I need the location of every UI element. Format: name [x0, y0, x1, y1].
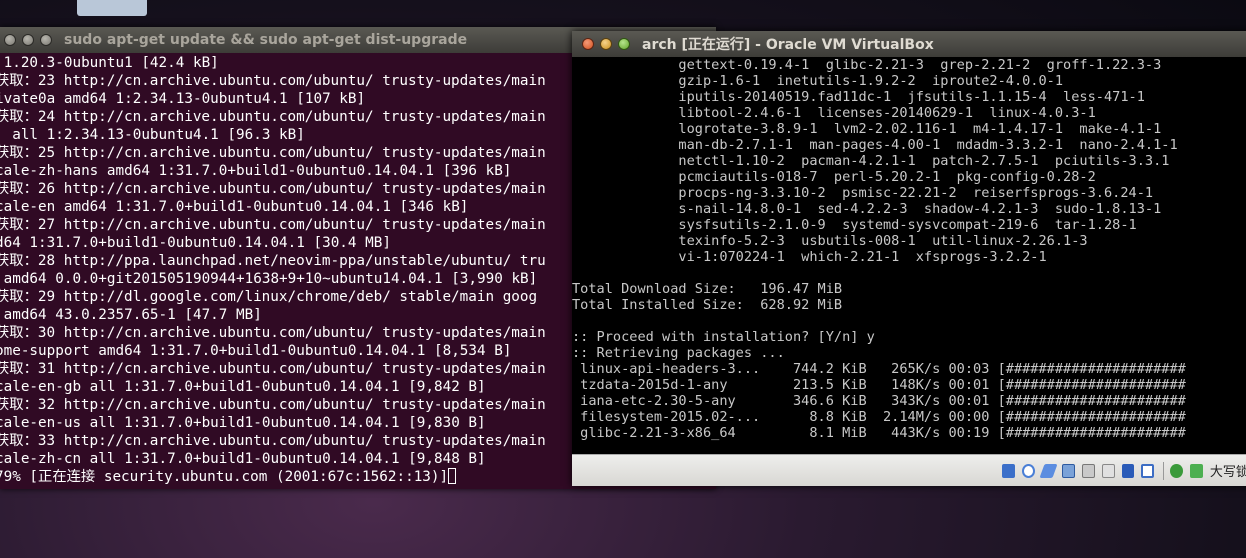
maximize-icon[interactable]	[40, 34, 52, 46]
vm-console-line	[572, 313, 1246, 329]
vm-console-line: texinfo-5.2-3 usbutils-008-1 util-linux-…	[572, 233, 1088, 249]
drive-icon[interactable]	[77, 0, 147, 16]
minimize-icon[interactable]	[600, 38, 612, 50]
virtualbox-window[interactable]: arch [正在运行] - Oracle VM VirtualBox gette…	[572, 31, 1246, 486]
vm-console-line: libtool-2.4.6-1 licenses-20140629-1 linu…	[572, 105, 1096, 121]
close-icon[interactable]	[4, 34, 16, 46]
vm-console-line: logrotate-3.8.9-1 lvm2-2.02.116-1 m4-1.4…	[572, 121, 1162, 137]
folder-icon[interactable]	[1081, 463, 1095, 478]
vm-console-line: :: Retrieving packages ...	[572, 345, 785, 361]
vm-console-line: gzip-1.6-1 inetutils-1.9.2-2 iproute2-4.…	[572, 73, 1064, 89]
close-icon[interactable]	[582, 38, 594, 50]
vm-console-line: man-db-2.7.1-1 man-pages-4.00-1 mdadm-3.…	[572, 137, 1178, 153]
network-icon[interactable]	[1061, 463, 1075, 478]
minimize-icon[interactable]	[22, 34, 34, 46]
vm-console-line: linux-api-headers-3... 744.2 KiB 265K/s …	[572, 361, 1186, 377]
vm-console-line: sysfsutils-2.1.0-9 systemd-sysvcompat-21…	[572, 217, 1137, 233]
vm-console-line: tzdata-2015d-1-any 213.5 KiB 148K/s 00:0…	[572, 377, 1186, 393]
vm-console-line: procps-ng-3.3.10-2 psmisc-22.21-2 reiser…	[572, 185, 1154, 201]
display-icon[interactable]	[1121, 463, 1135, 478]
cd-icon[interactable]	[1021, 463, 1035, 478]
terminal-title: sudo apt-get update && sudo apt-get dist…	[64, 32, 468, 48]
maximize-icon[interactable]	[618, 38, 630, 50]
vm-console-line: filesystem-2015.02-... 8.8 KiB 2.14M/s 0…	[572, 409, 1186, 425]
vm-console-line	[572, 265, 1246, 281]
vm-console-line: :: Proceed with installation? [Y/n] y	[572, 329, 875, 345]
pen-icon[interactable]	[1039, 463, 1058, 478]
vm-console-line: vi-1:070224-1 which-2.21-1 xfsprogs-3.2.…	[572, 249, 1047, 265]
capslock-indicator: 大写锁定	[1209, 465, 1246, 480]
vm-console-line: s-nail-14.8.0-1 sed-4.2.2-3 shadow-4.2.1…	[572, 201, 1162, 217]
usb-icon[interactable]	[1101, 463, 1115, 478]
status-separator	[1163, 461, 1165, 480]
download-icon[interactable]	[1190, 463, 1203, 478]
vm-console[interactable]: gettext-0.19.4-1 glibc-2.21-3 grep-2.21-…	[572, 57, 1246, 454]
cursor-icon	[448, 468, 457, 484]
capture-icon[interactable]	[1141, 463, 1155, 478]
vm-console-line: iana-etc-2.30-5-any 346.6 KiB 343K/s 00:…	[572, 393, 1186, 409]
virtualbox-title: arch [正在运行] - Oracle VM VirtualBox	[642, 37, 934, 53]
vm-status-bar: 大写锁定	[572, 454, 1246, 486]
vm-console-line: netctl-1.10-2 pacman-4.2.1-1 patch-2.7.5…	[572, 153, 1170, 169]
optical-drive-icon[interactable]	[1002, 463, 1015, 478]
arrow-icon[interactable]	[1170, 463, 1184, 478]
vm-console-line: iputils-20140519.fad11dc-1 jfsutils-1.1.…	[572, 89, 1145, 105]
virtualbox-titlebar[interactable]: arch [正在运行] - Oracle VM VirtualBox	[572, 31, 1246, 57]
vm-console-line: pcmciautils-018-7 perl-5.20.2-1 pkg-conf…	[572, 169, 1096, 185]
vm-console-line: _	[572, 441, 581, 454]
vm-console-line: Total Installed Size: 628.92 MiB	[572, 297, 843, 313]
vm-console-line: glibc-2.21-3-x86_64 8.1 MiB 443K/s 00:19…	[572, 425, 1186, 441]
vm-console-line: Total Download Size: 196.47 MiB	[572, 281, 843, 297]
vm-console-line: gettext-0.19.4-1 glibc-2.21-3 grep-2.21-…	[572, 57, 1162, 73]
